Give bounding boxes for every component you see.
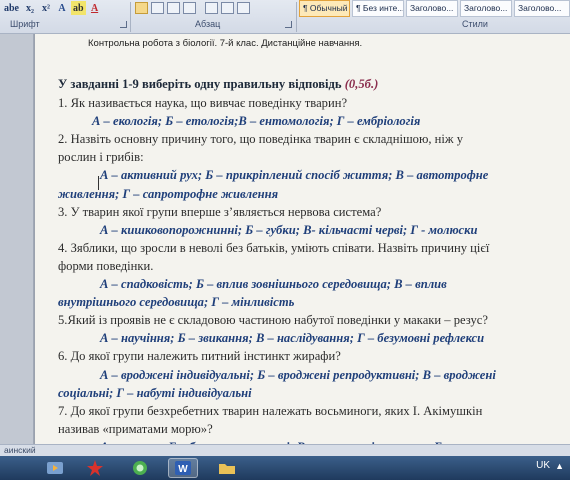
styles-group-label: Стили (462, 19, 488, 29)
answer-line: А – активний рух; Б – прикріплений спосі… (100, 168, 489, 183)
input-language[interactable]: UK (536, 460, 550, 471)
line-spacing-button[interactable] (205, 2, 218, 14)
style-normal[interactable]: ¶ Обычный (299, 0, 350, 17)
justify-button[interactable] (183, 2, 196, 14)
answer-line: А – вроджені індивідуальні; Б – вроджені… (100, 367, 496, 382)
tray-expand-icon[interactable]: ▲ (555, 461, 564, 471)
question-line: рослин і грибів: (58, 150, 144, 165)
answer-line: А – кишковопорожнинні; Б – губки; В- кіл… (100, 222, 478, 237)
points-label: (0,5б.) (344, 77, 379, 91)
answer-line: живлення; Г – сапротрофне живлення (58, 186, 279, 201)
question-line: 6. До якої групи належить питний інстинк… (58, 349, 341, 364)
answer-line: А – екологія; Б – етологія;В – ентомолог… (92, 114, 421, 129)
font-group-label: Шрифт (10, 19, 40, 29)
font-color-button[interactable]: A (88, 1, 102, 15)
divider (296, 2, 297, 32)
page-header: Контрольна робота з біології. 7-й клас. … (88, 38, 363, 49)
answer-line: соціальні; Г – набуті індивідуальні (58, 385, 252, 400)
status-bar: аинский (0, 444, 570, 456)
shading-button[interactable] (221, 2, 234, 14)
font-toolbar-row: abe x₂ x² A ab A (2, 0, 104, 16)
answer-line: А – спадковість; Б – вплив зовнішнього с… (100, 277, 447, 291)
borders-button[interactable] (237, 2, 250, 14)
style-no-spacing[interactable]: ¶ Без инте... (352, 0, 404, 17)
svg-text:W: W (178, 464, 188, 475)
vertical-ruler (0, 34, 34, 444)
ribbon: abe x₂ x² A ab A Шрифт Абзац ¶ Обычный ¶… (0, 0, 570, 34)
answer-line: внутрішнього середовища; Г – мінливість (58, 295, 295, 310)
align-center-button[interactable] (151, 2, 164, 14)
instruction-line: У завданні 1-9 виберіть одну правильну в… (58, 77, 378, 92)
question-line: 7. До якої групи безхребетних тварин нал… (58, 403, 483, 418)
taskbar: W UK ▲ (0, 456, 570, 480)
highlight-button[interactable]: ab (71, 1, 86, 15)
strikethrough-button[interactable]: abe (2, 1, 21, 15)
align-right-button[interactable] (167, 2, 180, 14)
divider (130, 2, 131, 32)
star-app-icon[interactable] (80, 458, 110, 478)
subscript-button[interactable]: x₂ (23, 1, 37, 15)
instruction-text: У завданні 1-9 виберіть одну правильну в… (58, 77, 342, 91)
paragraph-group-label: Абзац (195, 19, 221, 29)
question-line: 5.Який із проявів не є складовою частино… (58, 313, 488, 328)
question-line: 2. Назвіть основну причину того, що пове… (58, 132, 464, 147)
question-line: форми поведінки. (58, 258, 154, 273)
paragraph-toolbar-row (135, 0, 253, 16)
superscript-button[interactable]: x² (39, 1, 53, 15)
question-line: називав «приматами морю»? (58, 421, 213, 436)
question-line: 1. Як називається наука, що вивчає повед… (58, 96, 348, 110)
word-icon[interactable]: W (168, 458, 198, 478)
paragraph-dialog-launcher[interactable] (285, 21, 292, 28)
font-dialog-launcher[interactable] (120, 21, 127, 28)
align-left-button[interactable] (135, 2, 148, 14)
answer-line: А – научіння; Б – звикання; В – наслідув… (100, 331, 485, 346)
green-app-icon[interactable] (125, 458, 155, 478)
windows-media-player-icon[interactable] (40, 458, 70, 478)
language-status[interactable]: аинский (4, 445, 36, 455)
word-window: abe x₂ x² A ab A Шрифт Абзац ¶ Обычный ¶… (0, 0, 570, 480)
question-line: 4. Зяблики, що зросли в неволі без батьк… (58, 240, 490, 255)
question-line: 3. У тварин якої групи вперше з’являєтьс… (58, 204, 382, 219)
folder-icon[interactable] (212, 458, 242, 478)
text-effects-button[interactable]: A (55, 1, 69, 15)
style-heading-2[interactable]: Заголово... (460, 0, 512, 17)
style-heading-3[interactable]: Заголово... (514, 0, 570, 17)
style-heading-1[interactable]: Заголово... (406, 0, 458, 17)
text-cursor (98, 176, 99, 190)
